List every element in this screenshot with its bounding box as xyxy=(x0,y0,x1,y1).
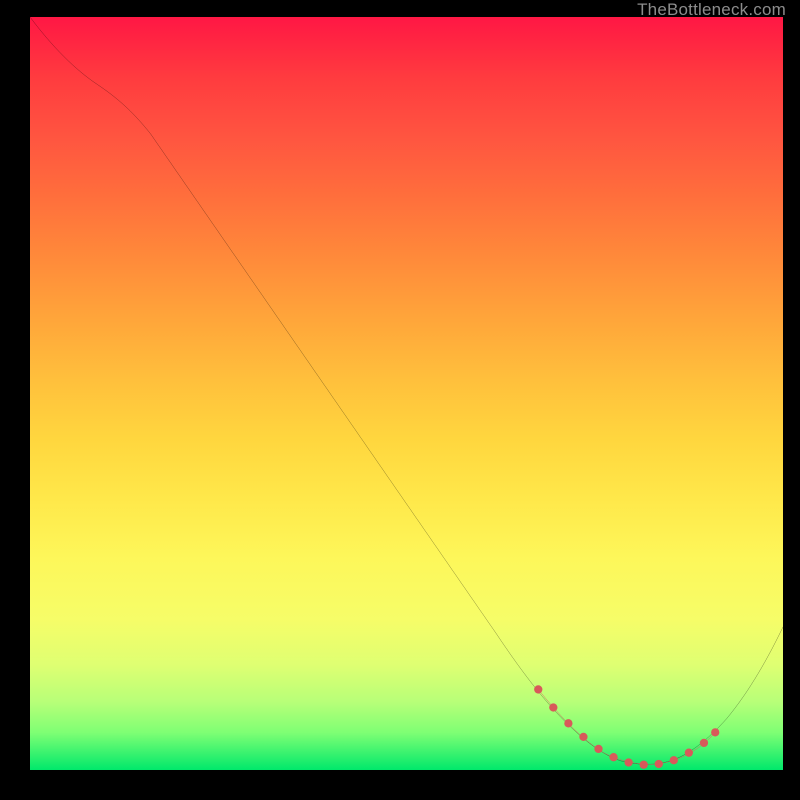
chart-plot-area xyxy=(30,17,783,770)
watermark-text: TheBottleneck.com xyxy=(637,0,786,20)
bottleneck-curve-path xyxy=(30,17,783,764)
chart-svg xyxy=(30,17,783,770)
optimal-zone-markers xyxy=(534,685,719,769)
